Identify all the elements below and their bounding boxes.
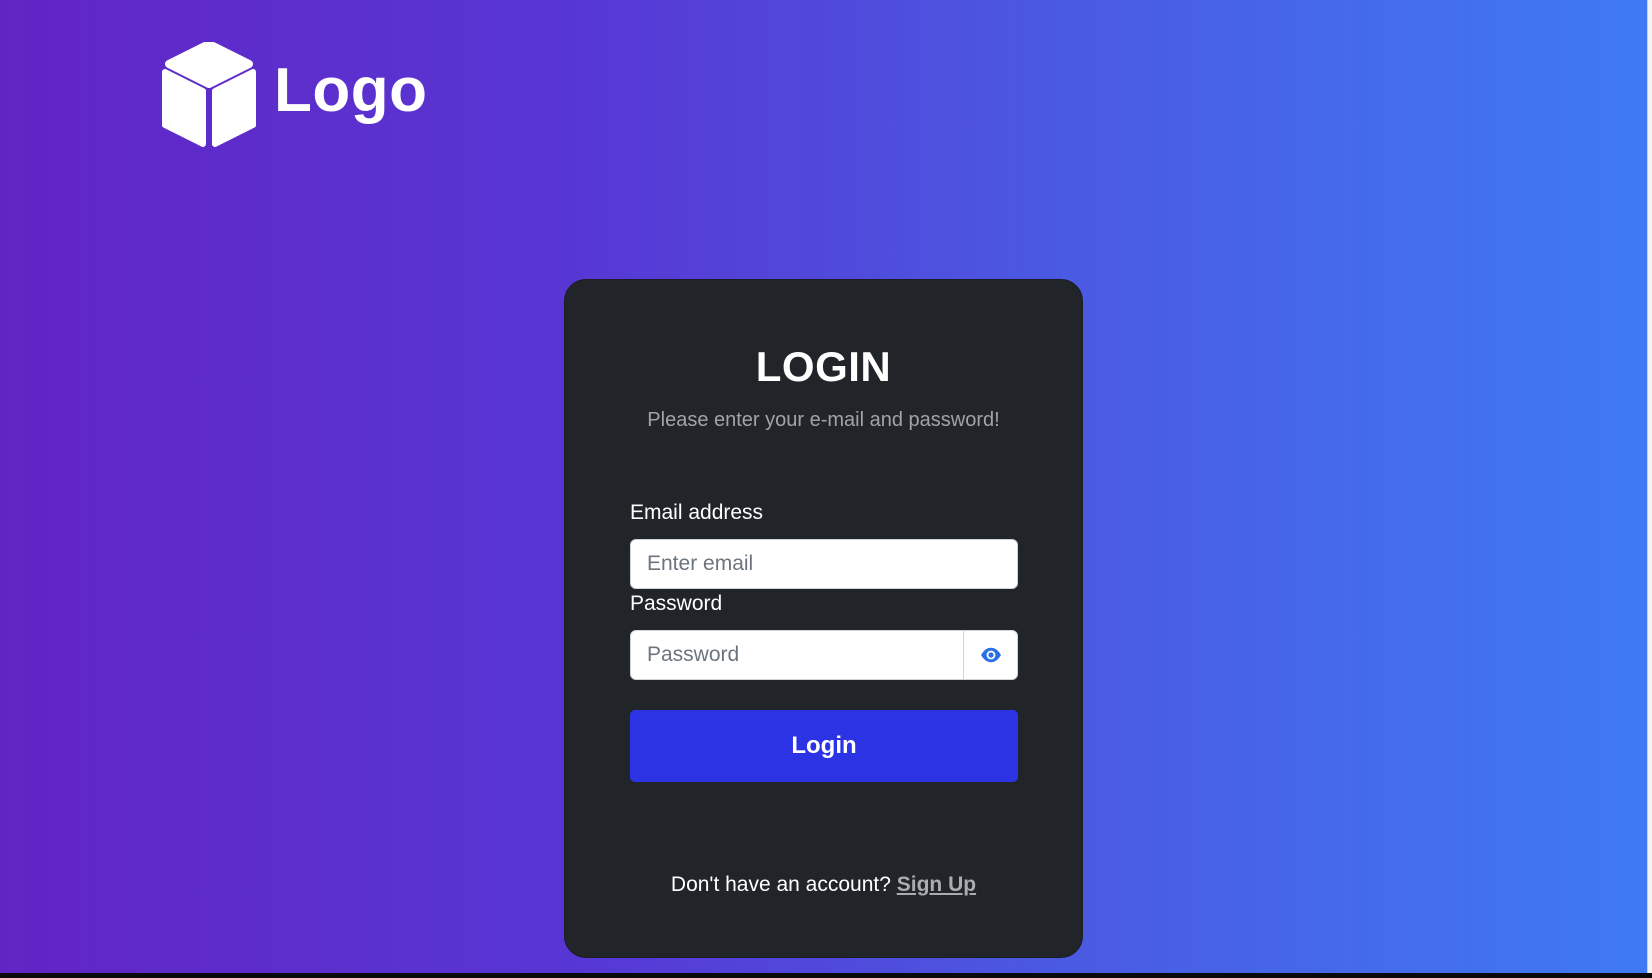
window-bottom-edge xyxy=(0,973,1652,978)
login-subtitle: Please enter your e-mail and password! xyxy=(647,409,1000,431)
password-field[interactable] xyxy=(630,630,964,680)
brand-logo[interactable]: Logo xyxy=(162,42,428,148)
toggle-password-visibility-button[interactable] xyxy=(963,630,1018,680)
page-background: Logo LOGIN Please enter your e-mail and … xyxy=(0,0,1647,973)
login-card: LOGIN Please enter your e-mail and passw… xyxy=(564,279,1083,958)
window-right-edge xyxy=(1647,0,1652,973)
eye-icon xyxy=(980,647,1002,663)
login-button[interactable]: Login xyxy=(630,710,1018,782)
signup-prompt-text: Don't have an account? xyxy=(670,873,897,896)
cube-icon xyxy=(162,42,256,148)
email-label: Email address xyxy=(630,501,764,524)
brand-name: Logo xyxy=(274,56,428,125)
signup-link[interactable]: Sign Up xyxy=(897,873,976,896)
signup-prompt-row: Don't have an account? Sign Up xyxy=(565,872,1082,897)
password-label: Password xyxy=(630,592,723,615)
email-field[interactable] xyxy=(630,539,1018,589)
login-title: LOGIN xyxy=(755,343,892,390)
